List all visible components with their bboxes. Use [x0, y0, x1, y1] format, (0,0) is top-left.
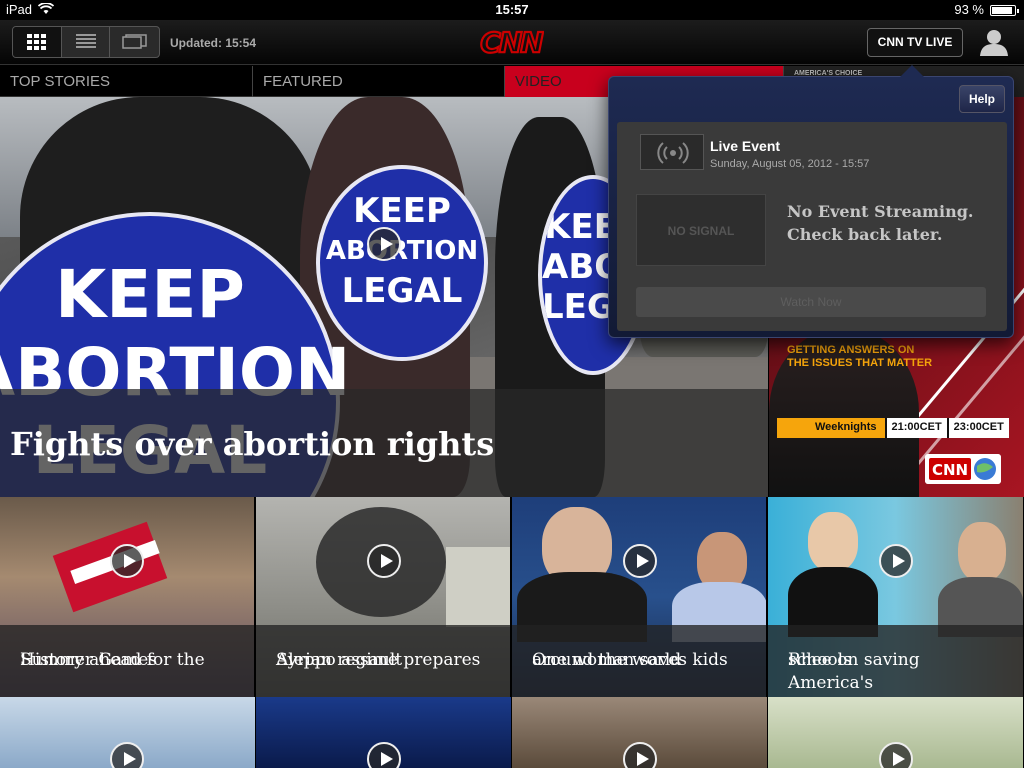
no-stream-message: No Event Streaming. Check back later. [787, 202, 974, 244]
promo-headline: GETTING ANSWERS ON THE ISSUES THAT MATTE… [787, 344, 933, 369]
tile-headline[interactable]: History ahead for the Summer Games [10, 637, 247, 670]
live-event-popover: Help Live Event Sunday, August 05, 2012 … [608, 65, 1014, 338]
video-tile[interactable]: One woman saves kids around the world [512, 497, 767, 697]
play-icon[interactable] [879, 544, 913, 578]
video-tile[interactable]: History ahead for the Summer Games [0, 497, 255, 697]
hero-headline[interactable]: Fights over abortion rights [10, 425, 494, 463]
play-icon[interactable] [110, 544, 144, 578]
slides-view-button[interactable] [110, 27, 159, 57]
profile-icon[interactable] [978, 26, 1010, 58]
live-event-panel: Live Event Sunday, August 05, 2012 - 15:… [617, 122, 1007, 331]
list-icon [75, 34, 96, 48]
play-icon[interactable] [623, 544, 657, 578]
video-tile[interactable] [256, 697, 511, 768]
view-mode-segmented-control [12, 26, 160, 58]
building-shape [446, 547, 510, 627]
top-toolbar: Updated: 15:54 CNN CNN TV LIVE [0, 20, 1024, 65]
video-tile[interactable] [768, 697, 1023, 768]
no-signal-thumbnail: NO SIGNAL [636, 194, 766, 266]
schedule-time-2: 23:00CET [946, 418, 1009, 438]
help-button[interactable]: Help [959, 85, 1005, 113]
schedule-label: Weeknights [777, 418, 885, 438]
tab-featured[interactable]: FEATURED [253, 66, 505, 97]
battery-percentage: 93 % [954, 2, 984, 17]
tile-caption-bar: One woman saves kids around the world [512, 625, 766, 697]
video-tile[interactable]: Syrian regime prepares Aleppo assault [256, 497, 511, 697]
status-bar: iPad 15:57 93 % [0, 0, 1024, 20]
clock: 15:57 [495, 2, 529, 17]
video-tile[interactable] [0, 697, 255, 768]
tile-headline[interactable]: Syrian regime prepares Aleppo assault [266, 637, 503, 670]
watch-now-button[interactable]: Watch Now [636, 287, 986, 317]
battery-icon [990, 5, 1019, 16]
tile-headline[interactable]: One woman saves kids around the world [522, 637, 759, 670]
tab-top-stories[interactable]: TOP STORIES [0, 66, 253, 97]
slides-icon [121, 34, 147, 49]
play-icon[interactable] [367, 227, 401, 261]
svg-text:CNN: CNN [932, 461, 968, 479]
tile-caption-bar: History ahead for the Summer Games [0, 625, 254, 697]
protest-sign: KEEPABORTIONLEGAL [316, 165, 488, 361]
video-tile[interactable]: Rhee on saving America's schools [768, 497, 1023, 697]
hero-caption-bar: Fights over abortion rights [0, 389, 768, 497]
schedule-time-1: 21:00CET [884, 418, 947, 438]
promo-schedule: Weeknights 21:00CET 23:00CET [777, 418, 1009, 438]
list-view-button[interactable] [62, 27, 111, 57]
grid-icon [26, 34, 46, 50]
cnn-tv-live-button[interactable]: CNN TV LIVE [867, 28, 963, 57]
cnn-logo[interactable]: CNN [478, 26, 544, 58]
play-icon[interactable] [879, 742, 913, 768]
play-icon[interactable] [110, 742, 144, 768]
guest-face [958, 522, 1006, 582]
tile-headline[interactable]: Rhee on saving America's schools [778, 637, 1015, 693]
video-tile[interactable] [512, 697, 767, 768]
tile-caption-bar: Syrian regime prepares Aleppo assault [256, 625, 510, 697]
cnn-logo-text: CNN [480, 26, 543, 58]
grid-view-button[interactable] [13, 27, 62, 57]
popover-arrow [900, 65, 924, 77]
play-icon[interactable] [623, 742, 657, 768]
updated-timestamp: Updated: 15:54 [170, 36, 257, 50]
live-event-date: Sunday, August 05, 2012 - 15:57 [710, 158, 870, 170]
anchor-face [808, 512, 858, 572]
live-event-title: Live Event [710, 138, 781, 154]
cnn-international-logo: CNN [925, 454, 1001, 484]
play-icon[interactable] [367, 544, 401, 578]
broadcast-icon [640, 134, 704, 170]
play-icon[interactable] [367, 742, 401, 768]
tile-caption-bar: Rhee on saving America's schools [768, 625, 1023, 697]
